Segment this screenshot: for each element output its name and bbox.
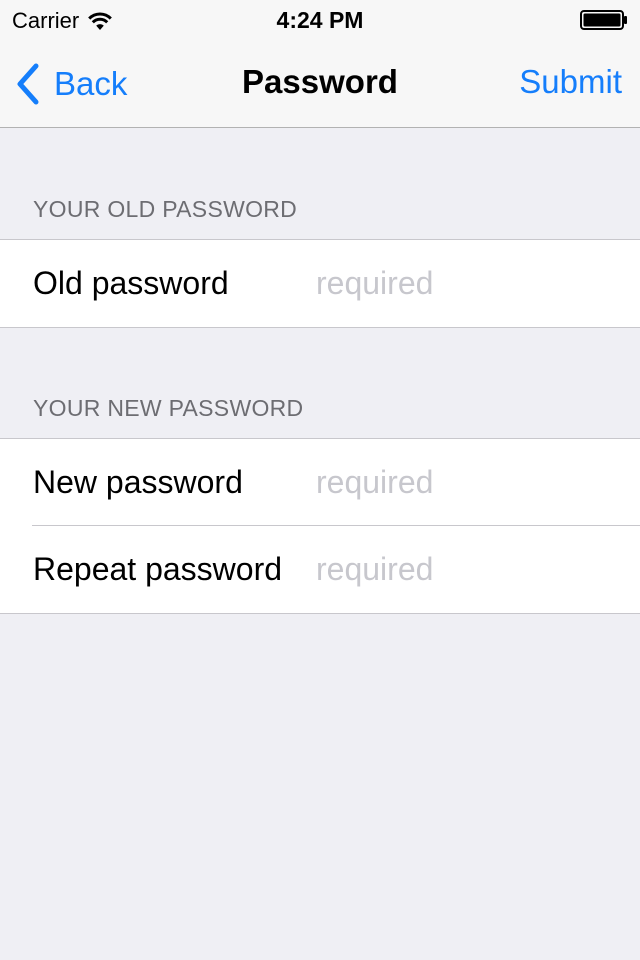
- old-password-group: Old password: [0, 239, 640, 328]
- new-password-label: New password: [33, 464, 243, 500]
- new-password-row[interactable]: New password: [0, 439, 640, 526]
- status-bar: Carrier 4:24 PM: [0, 0, 640, 40]
- chevron-left-icon: [17, 63, 39, 105]
- repeat-password-label: Repeat password: [33, 551, 283, 587]
- back-label: Back: [54, 65, 128, 102]
- repeat-password-input[interactable]: [316, 539, 630, 600]
- navigation-bar: Back Password Submit: [0, 40, 640, 128]
- battery-icon: [580, 10, 627, 30]
- new-password-group: New password Repeat password: [0, 438, 640, 614]
- section-header-new-password: YOUR NEW PASSWORD: [33, 395, 304, 421]
- new-password-input[interactable]: [316, 452, 630, 513]
- section-header-old-password: YOUR OLD PASSWORD: [33, 196, 298, 222]
- repeat-password-row[interactable]: Repeat password: [0, 525, 640, 613]
- old-password-row[interactable]: Old password: [0, 240, 640, 327]
- old-password-input[interactable]: [316, 253, 630, 314]
- submit-button[interactable]: Submit: [519, 63, 622, 101]
- back-button[interactable]: Back: [14, 60, 127, 108]
- status-time: 4:24 PM: [276, 7, 364, 33]
- old-password-label: Old password: [33, 265, 229, 301]
